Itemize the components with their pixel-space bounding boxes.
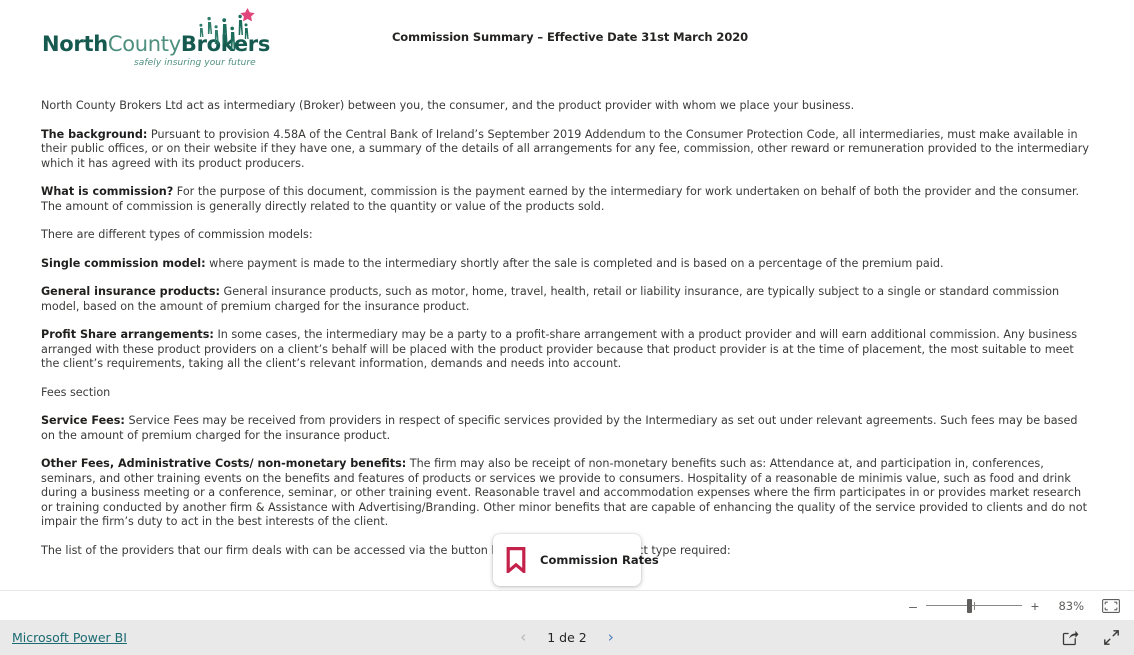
- logo-word-north: North: [42, 32, 108, 56]
- page-indicator: 1 de 2: [547, 630, 587, 645]
- document-body: North County Brokers Ltd act as intermed…: [41, 99, 1090, 572]
- paragraph-lead: The background:: [41, 127, 148, 141]
- paragraph: There are different types of commission …: [41, 228, 1090, 243]
- paragraph-text: Fees section: [41, 385, 111, 399]
- paragraph-lead: Profit Share arrangements:: [41, 328, 214, 341]
- paragraph-lead: Service Fees:: [41, 414, 125, 427]
- fullscreen-icon[interactable]: [1103, 629, 1120, 646]
- footer-actions: [1062, 629, 1120, 646]
- report-canvas: NorthCountyBrokers safely insuring your …: [0, 0, 1134, 596]
- brand-logo: NorthCountyBrokers safely insuring your …: [36, 4, 296, 76]
- zoom-slider-thumb[interactable]: [967, 598, 972, 613]
- paragraph-text: Pursuant to provision 4.58A of the Centr…: [41, 127, 1090, 170]
- chevron-right-icon[interactable]: ›: [605, 630, 617, 645]
- paragraph-lead: What is commission?: [41, 185, 174, 198]
- paragraph-text: Service Fees may be received from provid…: [41, 414, 1078, 442]
- paragraph: Profit Share arrangements: In some cases…: [41, 328, 1090, 372]
- logo-word-county: County: [107, 32, 181, 56]
- paragraph-lead: Other Fees, Administrative Costs/ non-mo…: [41, 457, 407, 470]
- logo-tagline: safely insuring your future: [134, 58, 256, 68]
- people-star-icon: [199, 8, 255, 50]
- paragraph: What is commission? For the purpose of t…: [41, 185, 1090, 214]
- zoom-in-button[interactable]: +: [1028, 599, 1042, 613]
- paragraph: Single commission model: where payment i…: [41, 257, 1090, 272]
- paragraph-text: There are different types of commission …: [41, 228, 313, 241]
- zoom-out-button[interactable]: –: [906, 599, 920, 613]
- chevron-left-icon[interactable]: ‹: [517, 630, 529, 645]
- page-title: Commission Summary – Effective Date 31st…: [391, 30, 749, 44]
- zoom-toolbar: – + 83%: [0, 590, 1134, 620]
- pager: ‹ 1 de 2 ›: [0, 630, 1134, 646]
- paragraph: Other Fees, Administrative Costs/ non-mo…: [41, 457, 1090, 530]
- commission-rates-button[interactable]: Commission Rates: [493, 534, 659, 586]
- paragraph-text: North County Brokers Ltd act as intermed…: [41, 99, 855, 112]
- paragraph: Service Fees: Service Fees may be receiv…: [41, 414, 1090, 443]
- paragraph: Fees section: [41, 386, 1090, 401]
- paragraph-lead: General insurance products:: [41, 285, 220, 298]
- share-icon[interactable]: [1062, 629, 1079, 646]
- paragraph: The background: Pursuant to provision 4.…: [41, 128, 1090, 172]
- fit-to-page-icon[interactable]: [1102, 598, 1120, 613]
- paragraph-lead: Single commission model:: [41, 256, 206, 270]
- zoom-level-label: 83%: [1058, 598, 1084, 613]
- zoom-slider[interactable]: [926, 598, 1022, 614]
- paragraph: North County Brokers Ltd act as intermed…: [41, 99, 1090, 114]
- zoom-slider-tick: [974, 601, 975, 610]
- footer-bar: Microsoft Power BI ‹ 1 de 2 ›: [0, 620, 1134, 655]
- paragraph: General insurance products: General insu…: [41, 285, 1090, 314]
- commission-rates-label: Commission Rates: [540, 553, 659, 567]
- star-icon: [240, 8, 255, 22]
- document-header: NorthCountyBrokers safely insuring your …: [0, 0, 1134, 80]
- bookmark-icon: [506, 547, 526, 573]
- paragraph-text: where payment is made to the intermediar…: [205, 256, 944, 270]
- paragraph-text: For the purpose of this document, commis…: [41, 185, 1080, 213]
